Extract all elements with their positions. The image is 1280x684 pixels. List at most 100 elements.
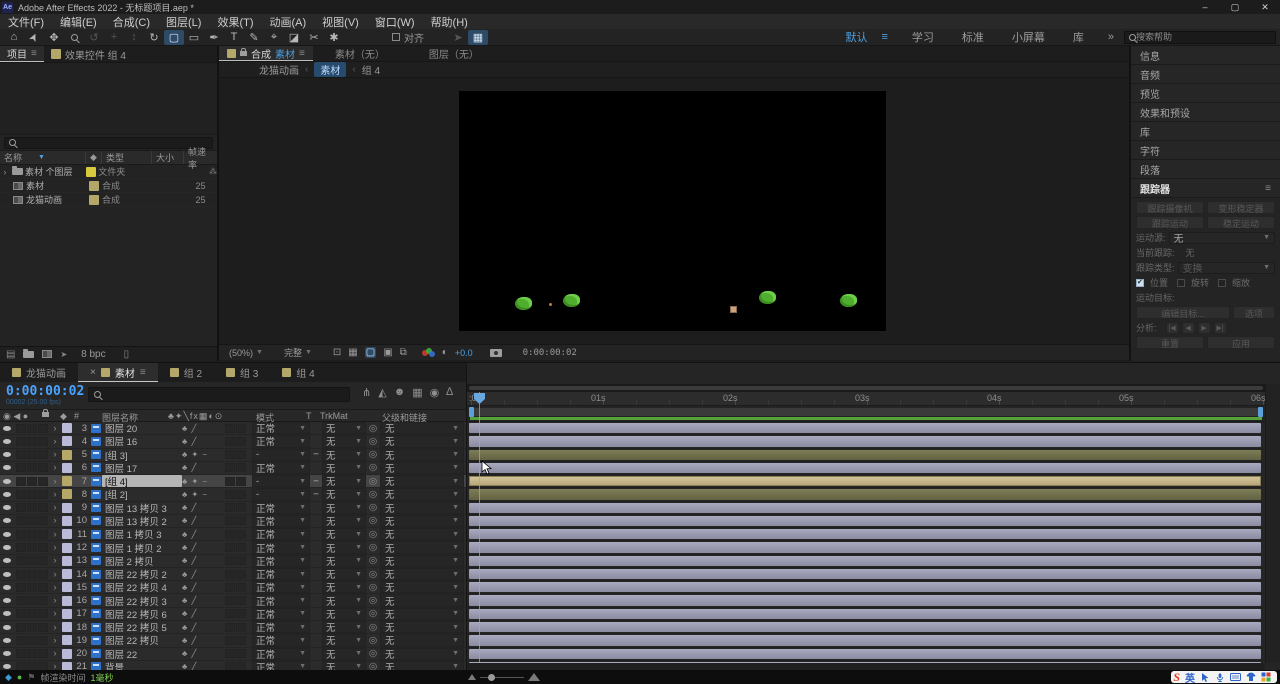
layer-duration-bar[interactable] — [469, 635, 1261, 646]
layer-extra-switches[interactable] — [218, 581, 252, 593]
workspace-1[interactable]: 学习 — [898, 29, 948, 45]
grid-guides-icon[interactable]: ⊡ — [333, 347, 341, 358]
layer-t-switch[interactable] — [310, 462, 322, 474]
layer-mode-dropdown[interactable]: 正常 ▼ — [252, 461, 310, 475]
zoom-tool[interactable] — [64, 30, 84, 45]
layer-row[interactable]: › 4 图层 16 ♣ ╱ 正常 ▼ 无 ▼ ◎ 无 ▼ — [0, 435, 466, 449]
stabilize-motion-button[interactable]: 稳定运动 — [1207, 216, 1275, 229]
ime-language-toggle[interactable]: 英 — [1185, 670, 1195, 684]
mask-shape-tool[interactable]: ▢ — [164, 29, 184, 45]
layer-switches[interactable]: ♣ ╱ — [182, 555, 218, 567]
layer-bar-row[interactable] — [467, 647, 1265, 661]
panel-header-2[interactable]: 预览 — [1131, 84, 1280, 103]
layer-twirl-icon[interactable]: › — [50, 555, 60, 567]
layer-extra-switches[interactable] — [218, 475, 252, 487]
layer-name[interactable]: 图层 1 拷贝 3 — [102, 528, 182, 540]
zoom-out-mountain-icon[interactable] — [468, 674, 476, 680]
layer-extra-switches[interactable] — [218, 435, 252, 447]
orbit-camera-tool[interactable]: ↺ — [84, 30, 104, 45]
layer-trkmat-dropdown[interactable]: 无 ▼ — [322, 567, 366, 581]
project-item-name[interactable]: 素材 — [26, 179, 86, 192]
layer-label-chip[interactable] — [60, 555, 73, 567]
layer-switches[interactable]: ♣ ✦ − — [182, 488, 218, 500]
layer-label-chip[interactable] — [60, 462, 73, 474]
layer-name[interactable]: 图层 22 拷贝 6 — [102, 608, 182, 620]
layer-av-switches[interactable] — [14, 528, 50, 540]
pick-whip-icon[interactable]: ◎ — [366, 528, 380, 540]
help-search-input[interactable] — [1136, 32, 1271, 42]
layer-row[interactable]: › 10 图层 13 拷贝 2 ♣ ╱ 正常 ▼ 无 ▼ ◎ 无 ▼ — [0, 514, 466, 529]
column-t[interactable]: T — [306, 411, 312, 421]
workspace-overflow[interactable]: » — [1098, 31, 1124, 43]
layer-name[interactable]: 图层 16 — [102, 435, 182, 447]
layer-t-switch[interactable] — [310, 621, 322, 633]
layer-t-switch[interactable]: − — [310, 449, 322, 461]
layer-name[interactable]: 图层 1 拷贝 2 — [102, 541, 182, 554]
analyze-button-3[interactable]: ▶| — [1213, 321, 1227, 334]
menu-item-1[interactable]: 编辑(E) — [52, 14, 105, 30]
menu-item-7[interactable]: 窗口(W) — [367, 14, 423, 30]
layer-av-switches[interactable] — [14, 422, 50, 434]
layer-label-chip[interactable] — [60, 581, 73, 593]
resolution-dropdown[interactable]: 完整 ▼ — [284, 346, 312, 359]
layer-duration-bar[interactable] — [469, 449, 1261, 460]
rotation-tool[interactable]: ↻ — [144, 30, 164, 45]
zoom-slider-knob[interactable] — [488, 673, 495, 681]
layer-switches[interactable]: ♣ ✦ − — [182, 449, 218, 461]
layer-name[interactable]: 图层 22 拷贝 2 — [102, 568, 182, 580]
layer-name[interactable]: 图层 22 拷贝 — [102, 634, 182, 646]
layer-t-switch[interactable] — [310, 608, 322, 620]
layer-row[interactable]: › 13 图层 2 拷贝 ♣ ╱ 正常 ▼ 无 ▼ ◎ 无 ▼ — [0, 554, 466, 568]
layer-visibility-eye-icon[interactable] — [0, 634, 14, 646]
panel-header-4[interactable]: 库 — [1131, 122, 1280, 141]
timeline-tab-2[interactable]: 组 2 — [158, 363, 214, 382]
layer-t-switch[interactable] — [310, 422, 322, 434]
viewer-timecode[interactable]: 0:00:00:02 — [523, 348, 577, 358]
layer-mode-dropdown[interactable]: 正常 ▼ — [252, 435, 310, 448]
ime-skin-shirt-icon[interactable] — [1246, 672, 1256, 682]
layer-visibility-eye-icon[interactable] — [0, 449, 14, 461]
layer-row[interactable]: › 15 图层 22 拷贝 4 ♣ ╱ 正常 ▼ 无 ▼ ◎ 无 ▼ — [0, 581, 466, 595]
layer-name[interactable]: 图层 22 — [102, 648, 182, 660]
layer-twirl-icon[interactable]: › — [50, 621, 60, 633]
menu-item-5[interactable]: 动画(A) — [262, 14, 315, 30]
layer-switches[interactable]: ♣ ╱ — [182, 648, 218, 660]
layer-row[interactable]: › 8 [组 2] ♣ ✦ − - ▼ − 无 ▼ ◎ 无 ▼ — [0, 488, 466, 502]
layer-av-switches[interactable] — [14, 515, 50, 527]
interpret-footage-icon[interactable]: ▤ — [6, 349, 15, 360]
layer-bar-row[interactable] — [467, 422, 1265, 436]
pick-whip-icon[interactable]: ◎ — [366, 634, 380, 646]
pen-tool[interactable]: ✒ — [204, 30, 224, 45]
layer-visibility-eye-icon[interactable] — [0, 621, 14, 633]
layer-t-switch[interactable] — [310, 555, 322, 567]
status-icon-blue[interactable]: ◆ — [5, 672, 12, 683]
layer-trkmat-dropdown[interactable]: 无 ▼ — [322, 634, 366, 647]
layer-trkmat-dropdown[interactable]: 无 ▼ — [322, 514, 366, 528]
layer-bar-row[interactable] — [467, 488, 1265, 502]
time-ruler[interactable]: :00f01s02s03s04s05s06s — [467, 392, 1266, 406]
layer-parent-dropdown[interactable]: 无 ▼ — [380, 647, 464, 661]
layer-switches[interactable]: ♣ ✦ − — [182, 475, 218, 487]
layer-switches[interactable]: ♣ ╱ — [182, 462, 218, 474]
pick-whip-icon[interactable]: ◎ — [366, 475, 380, 487]
layer-trkmat-dropdown[interactable]: 无 ▼ — [322, 620, 366, 634]
pan-camera-tool[interactable]: + — [104, 30, 124, 45]
layer-t-switch[interactable] — [310, 435, 322, 447]
layer-label-chip[interactable] — [60, 541, 73, 553]
panel-menu-icon[interactable]: ≡ — [140, 367, 146, 378]
layer-mode-dropdown[interactable]: 正常 ▼ — [252, 554, 310, 568]
layer-extra-switches[interactable] — [218, 488, 252, 500]
layer-twirl-icon[interactable]: › — [50, 475, 60, 487]
layer-row[interactable]: › 20 图层 22 ♣ ╱ 正常 ▼ 无 ▼ ◎ 无 ▼ — [0, 647, 466, 661]
layer-label-chip[interactable] — [60, 568, 73, 580]
layer-duration-bar[interactable] — [469, 515, 1261, 527]
tab-effect-controls[interactable]: 效果控件 组 4 — [44, 46, 133, 62]
layer-twirl-icon[interactable]: › — [50, 648, 60, 660]
pick-whip-icon[interactable]: ◎ — [366, 568, 380, 580]
layer-av-switches[interactable] — [14, 555, 50, 567]
layer-parent-dropdown[interactable]: 无 ▼ — [380, 448, 464, 462]
menu-item-3[interactable]: 图层(L) — [158, 14, 209, 30]
tab-composition[interactable]: 合成 素材 ≡ — [219, 46, 313, 61]
apply-button[interactable]: 应用 — [1207, 336, 1275, 349]
layer-mode-dropdown[interactable]: 正常 ▼ — [252, 594, 310, 608]
